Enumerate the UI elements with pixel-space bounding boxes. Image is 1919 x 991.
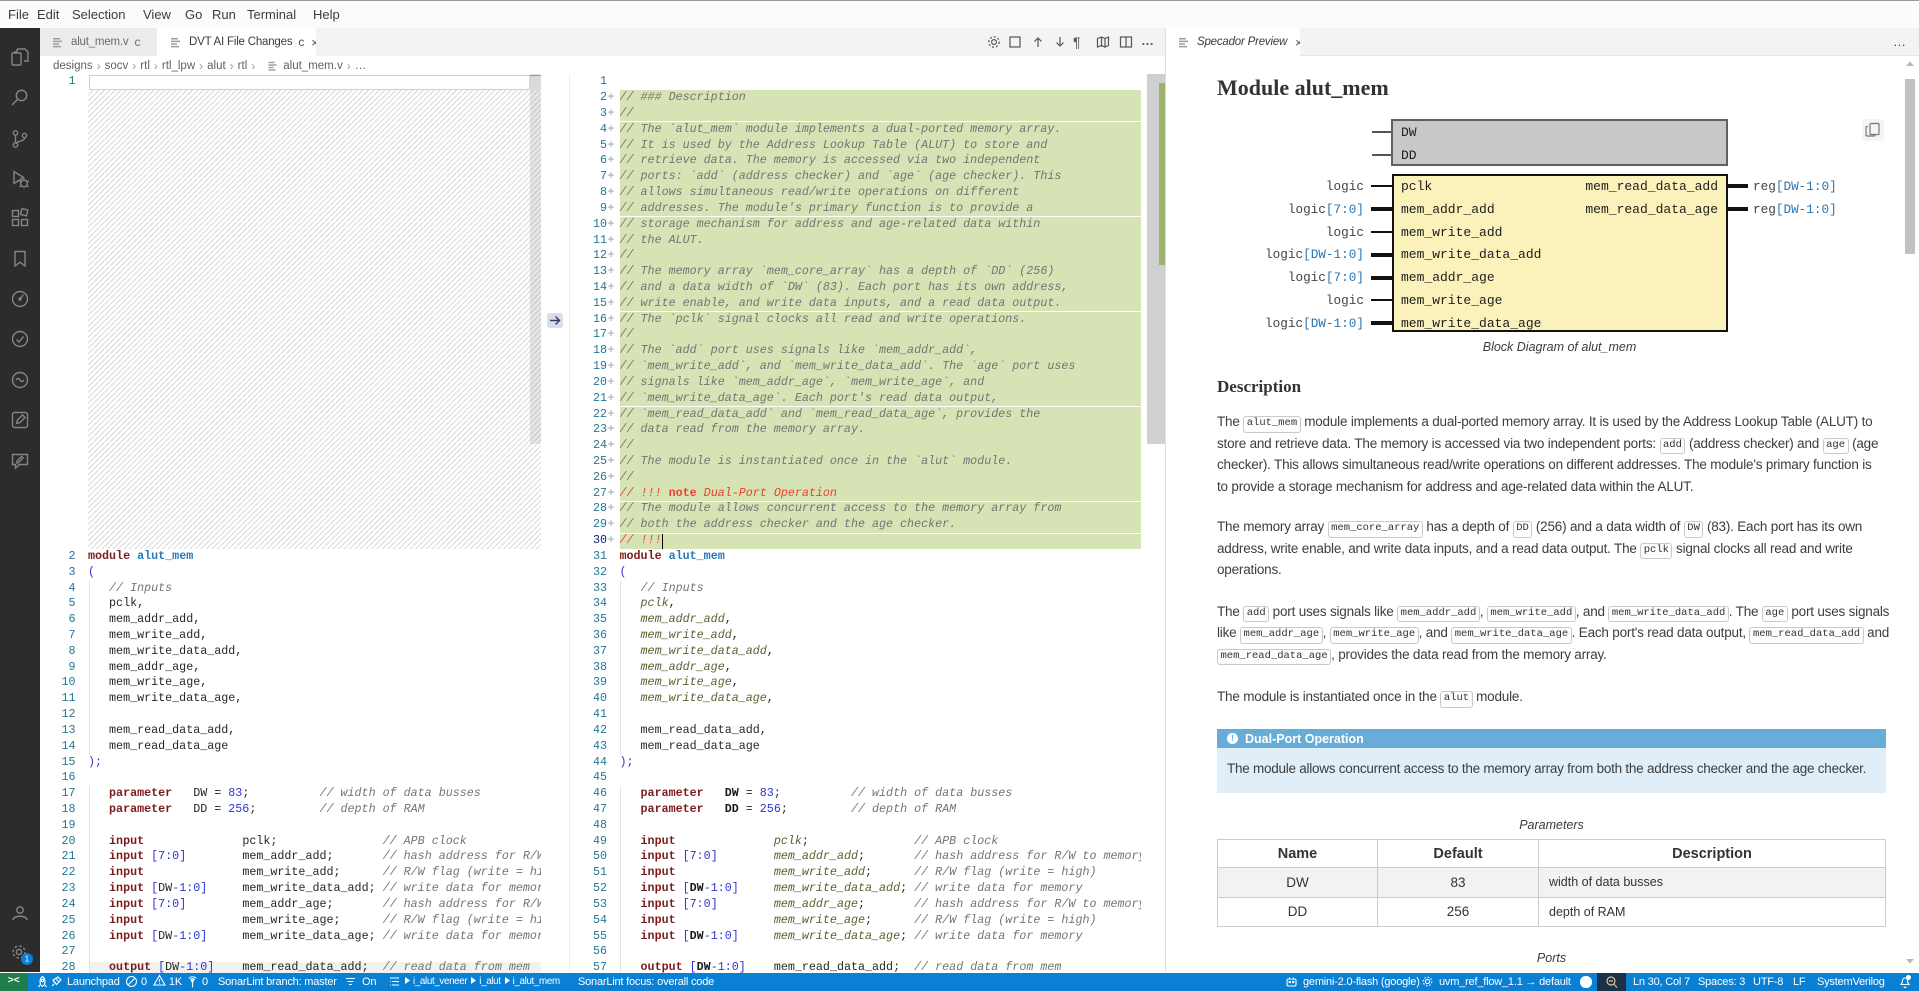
svg-text:1: 1 [25, 955, 30, 964]
